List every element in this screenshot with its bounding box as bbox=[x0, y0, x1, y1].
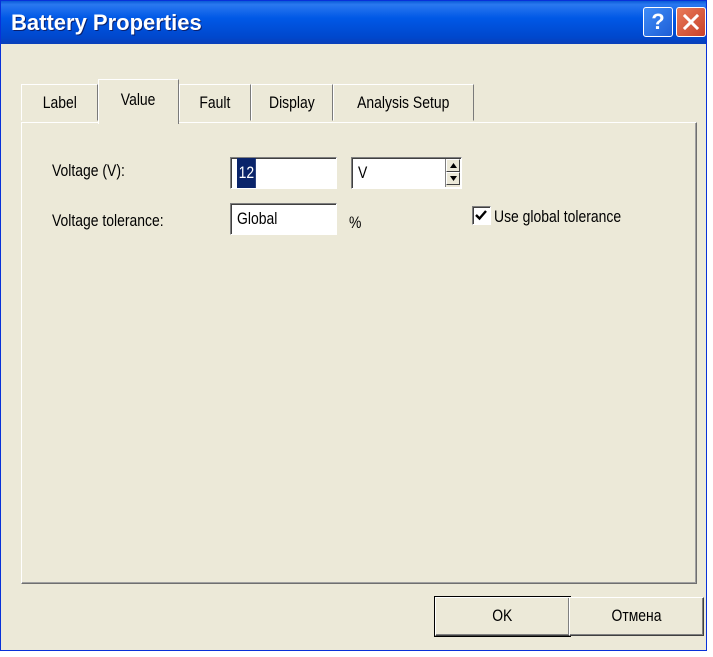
close-button[interactable] bbox=[676, 7, 706, 37]
voltage-tolerance-input[interactable]: Global bbox=[230, 203, 337, 235]
help-button[interactable]: ? bbox=[643, 7, 673, 37]
checkmark-icon bbox=[475, 210, 487, 221]
dialog-window: Battery Properties ? Label Value Fault D… bbox=[0, 0, 707, 651]
spin-up-icon bbox=[450, 163, 457, 168]
use-global-tolerance-checkbox[interactable] bbox=[472, 206, 491, 225]
spin-up-button[interactable] bbox=[446, 159, 460, 172]
tab-analysis-setup[interactable]: Analysis Setup bbox=[333, 84, 474, 121]
voltage-label: Voltage (V): bbox=[52, 161, 125, 180]
tab-value[interactable]: Value bbox=[98, 79, 179, 124]
voltage-unit-select[interactable]: V bbox=[351, 157, 462, 189]
voltage-input[interactable]: 12 bbox=[230, 157, 337, 189]
tab-fault[interactable]: Fault bbox=[179, 84, 251, 121]
tab-panel-value: Voltage (V): 12 V Voltage tolerance: Glo… bbox=[21, 122, 697, 584]
unit-spinner[interactable] bbox=[445, 159, 460, 187]
tab-label[interactable]: Label bbox=[21, 84, 98, 121]
close-icon bbox=[683, 14, 699, 30]
use-global-tolerance-label[interactable]: Use global tolerance bbox=[494, 207, 621, 227]
cancel-button[interactable]: Отмена bbox=[569, 597, 704, 636]
ok-button[interactable]: OK bbox=[434, 596, 571, 637]
help-icon: ? bbox=[651, 9, 665, 34]
voltage-unit: V bbox=[358, 163, 368, 182]
voltage-tolerance-label: Voltage tolerance: bbox=[52, 211, 164, 230]
title-bar[interactable]: Battery Properties ? bbox=[1, 1, 706, 44]
voltage-tolerance-value: Global bbox=[237, 209, 278, 228]
tolerance-unit-label: % bbox=[349, 213, 362, 232]
spin-down-button[interactable] bbox=[446, 172, 460, 185]
spin-down-icon bbox=[450, 176, 457, 181]
voltage-value: 12 bbox=[237, 158, 256, 188]
window-title: Battery Properties bbox=[11, 10, 202, 35]
tab-display[interactable]: Display bbox=[251, 84, 333, 121]
